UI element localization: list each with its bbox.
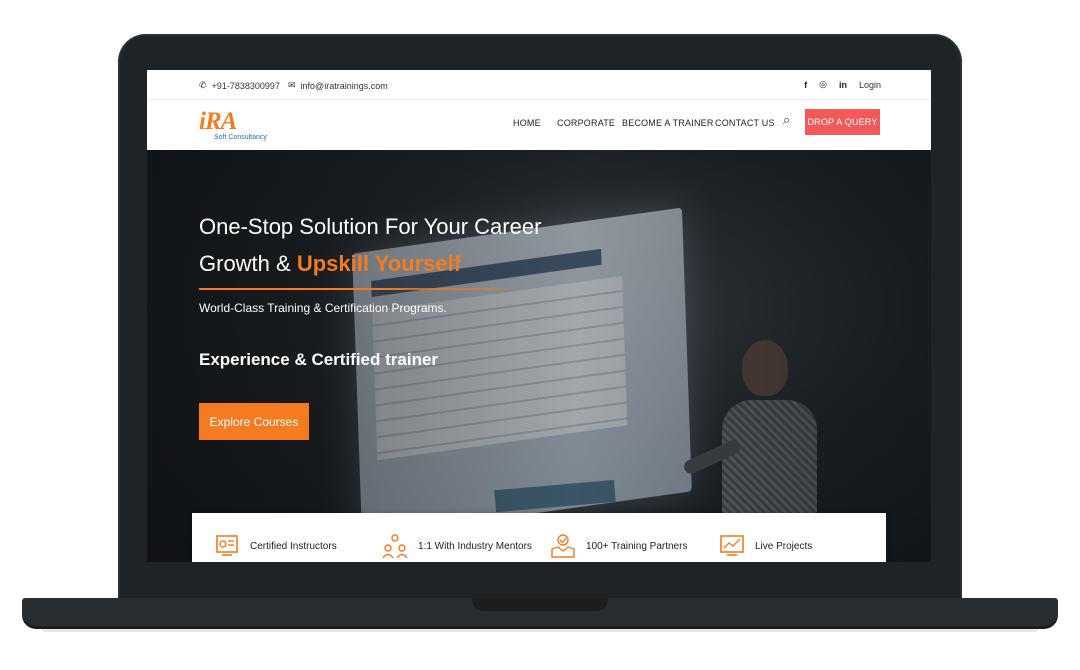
mail-icon: ✉ — [288, 80, 296, 90]
nav-contact-us[interactable]: CONTACT US — [715, 118, 775, 128]
search-icon[interactable]: ⌕ — [783, 112, 790, 128]
hero-experience: Experience & Certified trainer — [199, 350, 439, 369]
hero-banner: One-Stop Solution For Your Career Growth… — [147, 150, 931, 562]
nav-become-trainer[interactable]: BECOME A TRAINER — [622, 118, 714, 128]
partners-icon — [550, 533, 576, 559]
top-contact-bar: ✆ +91-7838300997 ✉ info@iratrainings.com… — [147, 70, 931, 100]
email-address: info@iratrainings.com — [300, 80, 388, 91]
feature-item: Live Projects — [719, 533, 812, 559]
feature-item: 100+ Training Partners — [550, 533, 687, 559]
phone-contact[interactable]: ✆ +91-7838300997 — [199, 80, 280, 91]
hero-title: One-Stop Solution For Your Career Growth… — [199, 208, 619, 282]
main-navbar: iRA Soft Consultancy HOME CORPORATE BECO… — [147, 101, 931, 150]
hero-title-line2: Growth & — [199, 251, 297, 276]
feature-item: Certified Instructors — [214, 533, 337, 559]
laptop-shadow — [40, 626, 1040, 632]
certificate-icon — [214, 533, 240, 559]
login-link[interactable]: Login — [859, 80, 881, 90]
logo-mark: iRA — [199, 108, 237, 135]
linkedin-icon[interactable]: in — [839, 80, 847, 90]
hero-title-highlight: Upskill Yourself — [296, 251, 462, 276]
feature-label: 100+ Training Partners — [586, 540, 688, 552]
email-contact[interactable]: ✉ info@iratrainings.com — [288, 80, 388, 91]
site-logo[interactable]: iRA Soft Consultancy — [199, 108, 269, 144]
instagram-icon[interactable]: ◎ — [819, 79, 827, 90]
laptop-notch — [472, 598, 608, 611]
phone-icon: ✆ — [199, 80, 207, 90]
phone-number: +91-7838300997 — [211, 80, 280, 91]
feature-label: Live Projects — [755, 540, 813, 552]
mentors-icon — [382, 533, 408, 559]
website-screen: ✆ +91-7838300997 ✉ info@iratrainings.com… — [147, 70, 931, 562]
feature-label: Certified Instructors — [250, 540, 337, 552]
nav-corporate[interactable]: CORPORATE — [557, 118, 615, 128]
feature-label: 1:1 With Industry Mentors — [418, 540, 532, 552]
hero-subtitle: World-Class Training & Certification Pro… — [199, 301, 447, 315]
feature-item: 1:1 With Industry Mentors — [382, 533, 532, 559]
nav-home[interactable]: HOME — [513, 118, 541, 128]
hero-title-line1: One-Stop Solution For Your Career — [199, 214, 542, 239]
chart-icon — [719, 533, 745, 559]
logo-subtitle: Soft Consultancy — [214, 134, 267, 141]
explore-courses-button[interactable]: Explore Courses — [199, 403, 309, 440]
drop-query-button[interactable]: DROP A QUERY — [805, 109, 880, 135]
social-links: f ◎ in Login — [804, 79, 881, 90]
facebook-icon[interactable]: f — [804, 80, 807, 90]
features-strip: Certified Instructors 1:1 With Industry … — [192, 513, 886, 562]
hero-divider — [199, 288, 509, 290]
laptop-mockup: ✆ +91-7838300997 ✉ info@iratrainings.com… — [0, 0, 1080, 670]
